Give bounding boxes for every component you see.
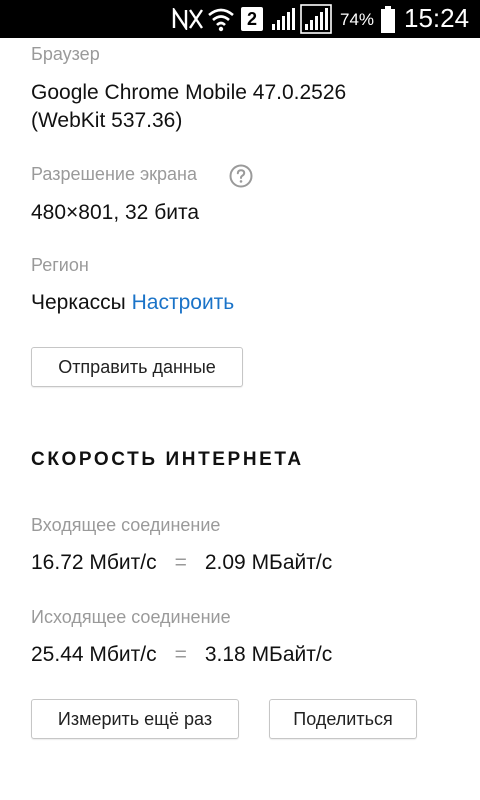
incoming-speed-row: 16.72 Мбит/с = 2.09 МБайт/с: [31, 551, 332, 575]
resolution-label: Разрешение экрана: [31, 164, 197, 184]
signal-muted-icon: [172, 8, 203, 30]
browser-name: Google Chrome Mobile 47.0.2526: [31, 81, 347, 104]
equals-sign: =: [174, 551, 187, 574]
share-button[interactable]: Поделиться: [269, 699, 417, 739]
browser-engine: (WebKit 537.36): [31, 109, 183, 132]
equals-sign: =: [174, 643, 187, 666]
outgoing-speed-row: 25.44 Мбит/с = 3.18 МБайт/с: [31, 643, 332, 667]
outgoing-mbit: 25.44 Мбит/с: [31, 643, 157, 666]
clock: 15:24: [404, 3, 470, 33]
signal-icon: [300, 4, 332, 34]
help-icon[interactable]: [229, 164, 253, 188]
browser-label: Браузер: [31, 44, 100, 64]
configure-region-link[interactable]: Настроить: [132, 291, 235, 314]
battery-icon: [381, 6, 395, 33]
measure-again-button[interactable]: Измерить ещё раз: [31, 699, 239, 739]
signal-icon: [272, 8, 295, 30]
outgoing-mbyte: 3.18 МБайт/с: [204, 643, 333, 666]
send-data-button[interactable]: Отправить данные: [31, 347, 243, 387]
resolution-value: 480×801, 32 бита: [31, 201, 200, 224]
battery-percent: 74%: [340, 10, 375, 29]
speed-section-title: СКОРОСТЬ ИНТЕРНЕТА: [31, 449, 304, 470]
wifi-icon: [208, 8, 234, 32]
region-label: Регион: [31, 255, 89, 275]
sim2-icon: 2: [241, 7, 263, 31]
incoming-mbit: 16.72 Мбит/с: [31, 551, 157, 574]
region-value: Черкассы Настроить: [31, 289, 234, 317]
region-city: Черкассы: [31, 291, 126, 314]
incoming-label: Входящее соединение: [31, 515, 221, 535]
status-bar: 2 74% 15:24: [0, 0, 480, 38]
outgoing-label: Исходящее соединение: [31, 607, 231, 627]
browser-value: Google Chrome Mobile 47.0.2526 (WebKit 5…: [31, 79, 346, 135]
incoming-mbyte: 2.09 МБайт/с: [204, 551, 333, 574]
sim-badge-label: 2: [246, 9, 257, 29]
